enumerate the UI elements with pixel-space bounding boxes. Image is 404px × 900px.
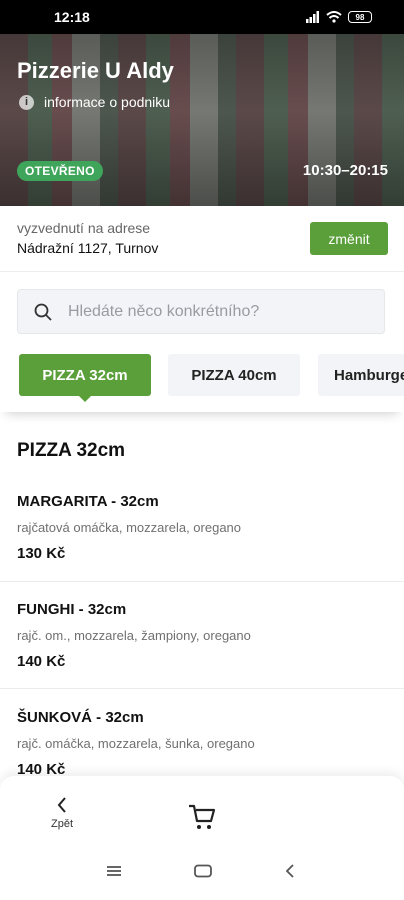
search-icon bbox=[34, 303, 52, 321]
cart-icon bbox=[189, 804, 216, 829]
menu-item[interactable]: MARGARITA - 32cm rajčatová omáčka, mozza… bbox=[0, 478, 404, 582]
item-name: MARGARITA - 32cm bbox=[17, 493, 159, 510]
back-nav-button[interactable] bbox=[285, 864, 295, 883]
status-badge: OTEVŘENO bbox=[17, 161, 103, 181]
opening-hours: 10:30–20:15 bbox=[302, 162, 388, 179]
restaurant-name: Pizzerie U Aldy bbox=[17, 58, 174, 83]
home-icon bbox=[194, 864, 212, 878]
change-address-button[interactable]: změnit bbox=[310, 222, 388, 255]
address-value: Nádražní 1127, Turnov bbox=[17, 240, 159, 256]
section-title: PIZZA 32cm bbox=[17, 440, 126, 461]
menu-icon bbox=[107, 866, 121, 876]
info-label: informace o podniku bbox=[44, 94, 171, 110]
item-description: rajč. omáčka, mozzarela, šunka, oregano bbox=[17, 736, 255, 751]
item-description: rajčatová omáčka, mozzarela, oregano bbox=[17, 520, 242, 535]
info-icon: i bbox=[19, 94, 34, 110]
restaurant-info-link[interactable]: i informace o podniku bbox=[19, 94, 170, 110]
back-label: Zpět bbox=[50, 818, 73, 830]
status-time: 12:18 bbox=[54, 9, 90, 25]
pickup-address: vyzvednutí na adrese Nádražní 1127, Turn… bbox=[0, 206, 404, 272]
tab-pizza-40cm[interactable]: PIZZA 40cm bbox=[168, 354, 300, 396]
item-name: ŠUNKOVÁ - 32cm bbox=[17, 709, 144, 726]
signal-icon bbox=[306, 11, 319, 23]
battery-icon: 98 bbox=[348, 11, 372, 23]
bottom-action-bar: Zpět bbox=[0, 776, 404, 848]
search-input[interactable] bbox=[68, 302, 358, 321]
system-nav-bar bbox=[0, 848, 404, 900]
wifi-icon bbox=[326, 11, 342, 23]
menu-nav-button[interactable] bbox=[106, 864, 122, 883]
address-caption: vyzvednutí na adrese bbox=[17, 220, 151, 236]
cart-button[interactable] bbox=[187, 802, 217, 837]
item-description: rajč. om., mozzarela, žampiony, oregano bbox=[17, 628, 251, 643]
tab-hamburgery[interactable]: Hamburgery bbox=[318, 354, 404, 396]
menu-item[interactable]: FUNGHI - 32cm rajč. om., mozzarela, žamp… bbox=[0, 582, 404, 689]
tab-pizza-32cm[interactable]: PIZZA 32cm bbox=[19, 354, 151, 402]
category-tabs: PIZZA 32cm PIZZA 40cm Hamburgery bbox=[0, 334, 404, 412]
status-icons: 98 bbox=[306, 11, 372, 23]
search-bar[interactable] bbox=[17, 289, 385, 334]
item-price: 130 Kč bbox=[17, 545, 66, 562]
home-nav-button[interactable] bbox=[194, 864, 212, 883]
back-icon bbox=[285, 864, 294, 878]
battery-level: 98 bbox=[355, 12, 365, 22]
item-price: 140 Kč bbox=[17, 653, 66, 670]
restaurant-header: Pizzerie U Aldy i informace o podniku OT… bbox=[0, 34, 404, 206]
chevron-left-icon bbox=[57, 797, 66, 813]
item-name: FUNGHI - 32cm bbox=[17, 601, 127, 618]
status-bar: 12:18 98 bbox=[0, 0, 404, 34]
back-button[interactable]: Zpět bbox=[40, 796, 84, 830]
